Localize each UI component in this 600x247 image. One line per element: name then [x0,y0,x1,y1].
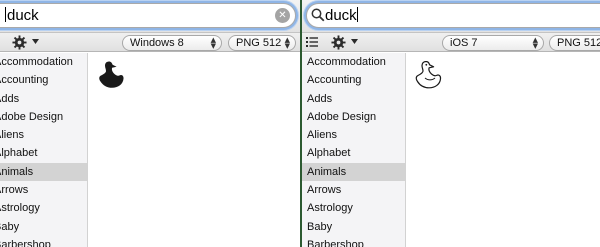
format-select[interactable]: PNG 512 ▲▼ [228,35,296,51]
category-item[interactable]: Accommodation [0,53,87,71]
settings-menu-button[interactable] [12,35,40,50]
category-item[interactable]: Adobe Design [302,108,405,126]
chevron-down-icon [32,39,40,44]
category-item[interactable]: Alphabet [302,144,405,162]
format-select-value: PNG 512 [557,37,600,49]
category-item[interactable]: Astrology [302,199,405,217]
format-select-value: PNG 512 [236,37,282,49]
search-input[interactable]: duck [5,7,39,24]
search-field[interactable]: duck [306,3,600,28]
search-value: duck [325,7,357,24]
clear-icon[interactable]: ✕ [275,8,290,23]
search-icon [311,8,325,22]
category-item[interactable]: Accommodation [302,53,405,71]
category-item[interactable]: Aliens [0,126,87,144]
toolbar: Windows 8 ▲ ▼ PNG 512 ▲ ▼ [0,33,300,52]
left-pane: duck ✕ Windows 8 ▲ ▼ PNG 512 ▲ ▼ Accommo… [0,0,300,247]
category-item-selected[interactable]: Animals [302,162,405,182]
search-input[interactable]: duck [325,7,359,24]
style-select-value: iOS 7 [450,37,478,49]
right-pane: duck iOS 7 ▲ ▼ PNG 512 Accommodation Acc… [302,0,600,247]
format-select[interactable]: PNG 512 ▲▼ [549,35,600,51]
icon-grid [88,53,300,247]
text-caret [5,7,6,22]
category-item-selected[interactable]: Animals [0,162,87,182]
category-item[interactable]: Accounting [302,71,405,89]
category-item[interactable]: Barbershop [0,236,87,247]
list-icon[interactable] [306,36,318,48]
icon-grid [406,53,600,247]
category-item[interactable]: Aliens [302,126,405,144]
style-select[interactable]: iOS 7 ▲ ▼ [442,35,544,51]
settings-menu-button[interactable] [331,35,359,50]
category-item[interactable]: Baby [302,218,405,236]
gear-icon [331,35,346,50]
select-arrows-icon: ▲ ▼ [284,36,290,50]
gear-icon [12,35,27,50]
category-item[interactable]: Alphabet [0,144,87,162]
duck-icon[interactable] [96,59,126,91]
category-item[interactable]: Arrows [0,181,87,199]
category-item[interactable]: Arrows [302,181,405,199]
select-arrows-icon: ▲ ▼ [210,36,216,50]
search-value: duck [7,7,39,24]
category-item[interactable]: Baby [0,218,87,236]
category-item[interactable]: Adds [0,90,87,108]
style-select-value: Windows 8 [130,37,184,49]
category-item[interactable]: Adds [302,90,405,108]
chevron-down-icon [351,39,359,44]
select-arrows-icon: ▲ ▼ [532,36,538,50]
category-list: Accommodation Accounting Adds Adobe Desi… [0,53,88,247]
search-bar: duck [302,0,600,33]
toolbar: iOS 7 ▲▼ PNG 512 ▲▼ [302,33,600,52]
search-bar: duck ✕ [0,0,300,33]
duck-icon[interactable] [413,59,443,91]
text-caret [356,7,358,22]
style-select[interactable]: Windows 8 ▲ ▼ [122,35,222,51]
category-item[interactable]: Accounting [0,71,87,89]
category-item[interactable]: Astrology [0,199,87,217]
search-field[interactable]: duck ✕ [0,3,296,28]
category-item[interactable]: Barbershop [302,236,405,247]
category-item[interactable]: Adobe Design [0,108,87,126]
category-list: Accommodation Accounting Adds Adobe Desi… [302,53,406,247]
